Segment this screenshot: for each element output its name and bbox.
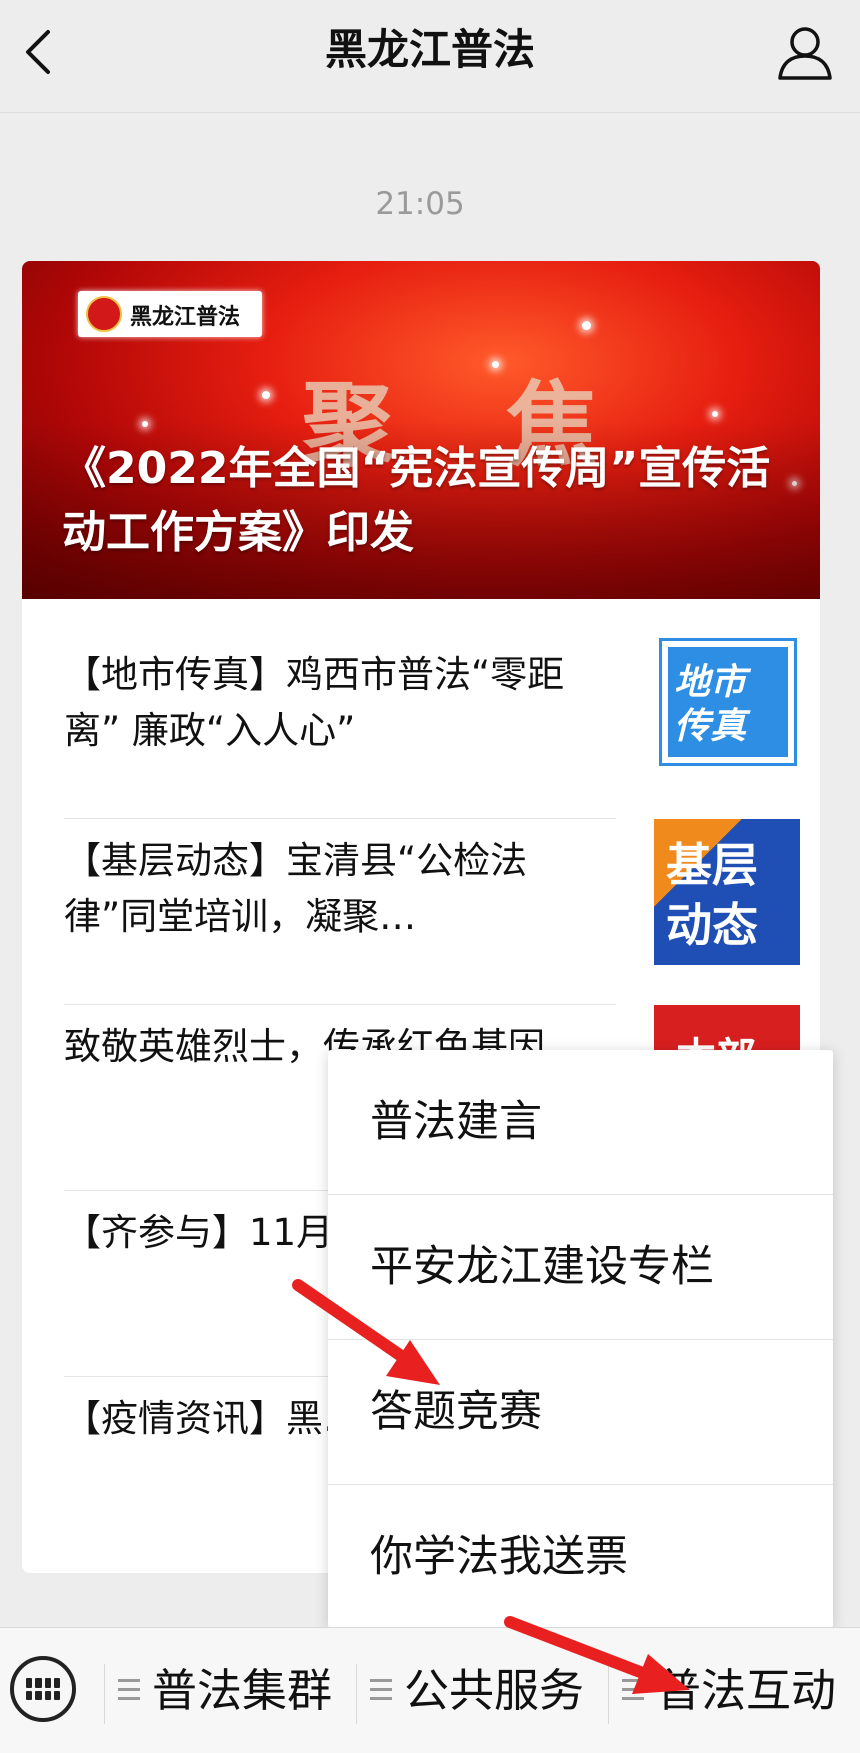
nav-bar <box>0 0 860 113</box>
tab-separator <box>608 1664 609 1724</box>
back-button[interactable] <box>12 22 72 82</box>
chevron-left-icon <box>26 30 50 74</box>
banner[interactable]: 聚 焦 黑龙江普法 《2022年全国“宪法宣传周”宣传活动工作方案》印发 <box>22 261 820 599</box>
menu-item-legal-advice[interactable]: 普法建言 <box>328 1050 833 1194</box>
person-icon <box>778 27 832 80</box>
tab-legal-cluster[interactable]: 普法集群 <box>118 1628 332 1753</box>
article-title: 【基层动态】宝清县“公检法律”同堂培训，凝聚… <box>64 839 528 938</box>
popup-menu: 普法建言 平安龙江建设专栏 答题竞赛 你学法我送票 <box>328 1050 833 1628</box>
sparkle-decoration <box>262 391 270 399</box>
menu-item-quiz-contest[interactable]: 答题竞赛 <box>328 1340 833 1484</box>
message-timestamp: 21:05 <box>375 186 465 222</box>
bottom-menu-bar: 普法集群 公共服务 普法互动 <box>0 1627 860 1753</box>
tab-label: 普法集群 <box>152 1664 333 1717</box>
menu-item-safe-longjiang[interactable]: 平安龙江建设专栏 <box>328 1195 833 1339</box>
sparkle-decoration <box>712 411 718 417</box>
keyboard-icon <box>26 1678 60 1700</box>
banner-title: 《2022年全国“宪法宣传周”宣传活动工作方案》印发 <box>62 443 771 558</box>
article-item[interactable]: 【基层动态】宝清县“公检法律”同堂培训，凝聚… 基层 动态 <box>64 819 800 1005</box>
tab-label: 公共服务 <box>404 1664 585 1717</box>
profile-button[interactable] <box>772 20 838 86</box>
menu-item-study-law-ticket[interactable]: 你学法我送票 <box>328 1485 833 1629</box>
article-thumbnail: 基层 动态 <box>654 819 800 965</box>
article-thumbnail: 地市 传真 <box>654 633 800 779</box>
tab-label: 普法互动 <box>656 1664 837 1717</box>
tab-separator <box>356 1664 357 1724</box>
article-item[interactable]: 【地市传真】鸡西市普法“零距离” 廉政“入人心” 地市 传真 <box>64 633 800 819</box>
menu-lines-icon <box>118 1679 140 1701</box>
sparkle-decoration <box>582 321 591 330</box>
thumbnail-text: 基层 <box>666 838 758 892</box>
thumbnail-text: 传真 <box>674 706 747 747</box>
tab-public-service[interactable]: 公共服务 <box>370 1628 584 1753</box>
tab-legal-interaction[interactable]: 普法互动 <box>622 1628 836 1753</box>
thumbnail-text: 动态 <box>666 898 758 952</box>
menu-lines-icon <box>622 1679 644 1701</box>
menu-lines-icon <box>370 1679 392 1701</box>
banner-logo: 黑龙江普法 <box>78 291 262 337</box>
tab-separator <box>104 1664 105 1724</box>
article-title: 【地市传真】鸡西市普法“零距离” 廉政“入人心” <box>64 653 565 752</box>
emblem-icon <box>86 296 122 332</box>
logo-text: 黑龙江普法 <box>130 304 241 330</box>
keyboard-toggle-button[interactable] <box>10 1656 76 1722</box>
